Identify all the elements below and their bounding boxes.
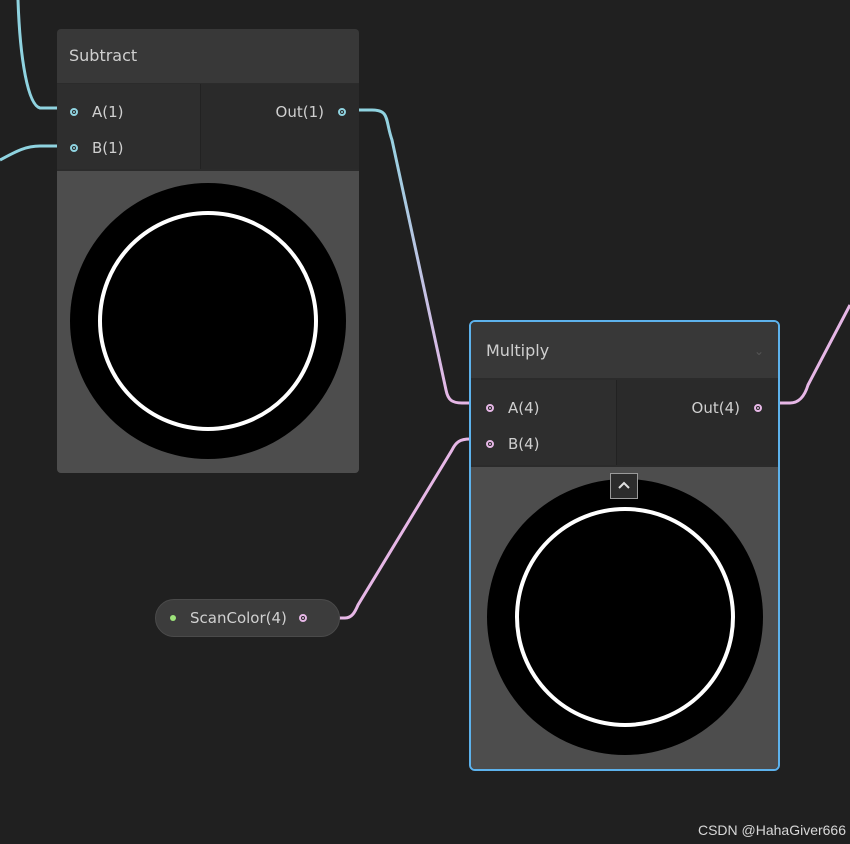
subtract-inputs: A(1) B(1) bbox=[57, 84, 201, 169]
ring-preview-image bbox=[487, 479, 763, 755]
port-label: A(1) bbox=[92, 103, 124, 121]
watermark: CSDN @HahaGiver666 bbox=[697, 822, 846, 838]
subtract-outputs: Out(1) bbox=[201, 84, 359, 169]
port-label: B(4) bbox=[508, 435, 540, 453]
multiply-preview bbox=[471, 467, 778, 769]
subtract-node[interactable]: Subtract A(1) B(1) Out(1) bbox=[57, 29, 359, 473]
ring-preview-image bbox=[70, 183, 346, 459]
property-label: ScanColor(4) bbox=[190, 609, 287, 627]
wire-subtract-to-multiply-a bbox=[345, 108, 488, 405]
subtract-node-title: Subtract bbox=[57, 29, 359, 83]
multiply-output[interactable]: Out(4) bbox=[692, 398, 762, 418]
multiply-input-b[interactable]: B(4) bbox=[486, 434, 540, 454]
port-label: Out(4) bbox=[691, 399, 740, 417]
collapse-chevron-icon[interactable]: ⌄ bbox=[754, 322, 764, 380]
port-dot-icon[interactable] bbox=[486, 404, 494, 412]
port-dot-icon[interactable] bbox=[754, 404, 762, 412]
subtract-preview bbox=[57, 171, 359, 473]
port-dot-icon[interactable] bbox=[70, 108, 78, 116]
multiply-node-title: Multiply ⌄ bbox=[471, 322, 778, 378]
subtract-input-a[interactable]: A(1) bbox=[70, 102, 124, 122]
property-dot-icon bbox=[170, 615, 176, 621]
port-label: A(4) bbox=[508, 399, 540, 417]
subtract-input-b[interactable]: B(1) bbox=[70, 138, 124, 158]
multiply-node[interactable]: Multiply ⌄ A(4) B(4) Out(4) bbox=[469, 320, 780, 771]
chevron-up-icon bbox=[617, 479, 631, 493]
port-label: B(1) bbox=[92, 139, 124, 157]
multiply-inputs: A(4) B(4) bbox=[471, 380, 617, 465]
scancolor-property-node[interactable]: ScanColor(4) bbox=[155, 599, 340, 637]
port-dot-icon[interactable] bbox=[486, 440, 494, 448]
property-output-port-icon[interactable] bbox=[298, 614, 307, 622]
multiply-title-text: Multiply bbox=[486, 341, 550, 360]
port-label: Out(1) bbox=[275, 103, 324, 121]
multiply-input-a[interactable]: A(4) bbox=[486, 398, 540, 418]
collapse-preview-button[interactable] bbox=[610, 473, 638, 499]
port-dot-icon[interactable] bbox=[70, 144, 78, 152]
subtract-output[interactable]: Out(1) bbox=[276, 102, 346, 122]
multiply-outputs: Out(4) bbox=[617, 380, 778, 465]
port-dot-icon[interactable] bbox=[338, 108, 346, 116]
